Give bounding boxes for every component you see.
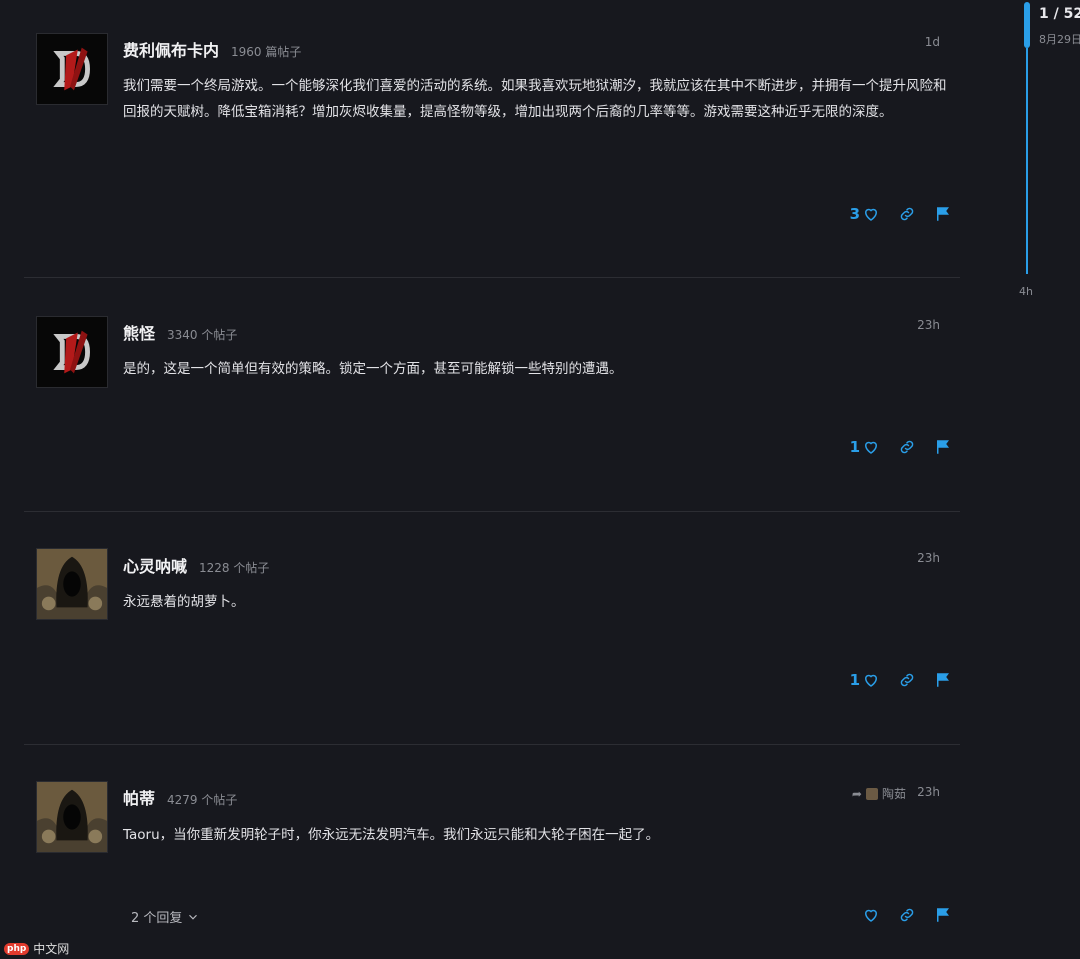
post-content: 永远悬着的胡萝卜。	[123, 594, 245, 610]
heart-icon	[864, 674, 878, 687]
username[interactable]: 帕蒂 4279 个帖子	[123, 785, 237, 809]
diablo-logo-icon	[37, 317, 107, 387]
heart-icon	[864, 441, 878, 454]
watermark-badge: php	[4, 942, 30, 955]
avatar[interactable]	[36, 781, 108, 853]
username-text[interactable]: 帕蒂	[123, 789, 155, 808]
post-time[interactable]: 23h	[917, 551, 940, 565]
like-count: 3	[849, 205, 860, 223]
reply-arrow-icon: ➦	[851, 786, 862, 801]
replies-label: 2 个回复	[131, 911, 183, 926]
like-button[interactable]	[860, 906, 880, 924]
like-count: 1	[849, 438, 860, 456]
post-count: 4279 个帖子	[167, 793, 238, 807]
flag-button[interactable]	[934, 671, 952, 689]
timeline-end-label[interactable]: 4h	[1019, 285, 1033, 298]
post-content: 我们需要一个终局游戏。一个能够深化我们喜爱的活动的系统。如果我喜欢玩地狱潮汐，我…	[123, 78, 947, 120]
timeline-track[interactable]	[1026, 48, 1028, 274]
chevron-down-icon	[189, 914, 198, 920]
watermark-text: 中文网	[33, 942, 70, 956]
flag-icon	[937, 673, 949, 687]
share-link-button[interactable]	[898, 205, 916, 223]
post-actions: 1	[850, 438, 952, 456]
heart-icon	[864, 208, 878, 221]
link-icon	[900, 440, 914, 454]
heart-icon	[864, 909, 878, 922]
post: 熊怪 3340 个帖子 23h 是的，这是一个简单但有效的策略。锁定一个方面，甚至…	[0, 278, 960, 511]
post: 费利佩布卡内 1960 篇帖子 1d 我们需要一个终局游戏。一个能够深化我们喜爱的…	[0, 0, 960, 278]
post-time[interactable]: 1d	[925, 35, 940, 49]
flag-button[interactable]	[934, 906, 952, 924]
hooded-figure-icon	[37, 782, 107, 852]
post-content: Taoru，当你重新发明轮子时，你永远无法发明汽车。我们永远只能和大轮子困在一起…	[123, 827, 660, 843]
like-button[interactable]: 1	[850, 671, 880, 689]
reply-to-avatar	[865, 787, 878, 800]
username[interactable]: 熊怪 3340 个帖子	[123, 320, 237, 344]
diablo-logo-icon	[37, 34, 107, 104]
link-icon	[900, 207, 914, 221]
avatar[interactable]	[36, 316, 108, 388]
reply-to-username: 陶茹	[881, 787, 906, 801]
flag-button[interactable]	[934, 205, 952, 223]
username[interactable]: 费利佩布卡内 1960 篇帖子	[123, 37, 301, 61]
post-time[interactable]: 23h	[917, 785, 940, 799]
post-count: 1228 个帖子	[199, 561, 270, 575]
username[interactable]: 心灵呐喊 1228 个帖子	[123, 553, 269, 577]
share-link-button[interactable]	[898, 438, 916, 456]
username-text[interactable]: 心灵呐喊	[123, 557, 187, 576]
watermark: php 中文网	[4, 940, 69, 957]
post-actions: 1	[850, 671, 952, 689]
post: 帕蒂 4279 个帖子 ➦ 陶茹 23h Taoru，当你重新发明轮子时，你永远无…	[0, 744, 960, 959]
link-icon	[900, 908, 914, 922]
avatar[interactable]	[36, 548, 108, 620]
post: 心灵呐喊 1228 个帖子 23h 永远悬着的胡萝卜。 1	[0, 511, 960, 744]
post-content: 是的，这是一个简单但有效的策略。锁定一个方面，甚至可能解锁一些特别的遭遇。	[123, 361, 623, 377]
timeline-position: 1 / 52	[1039, 6, 1080, 22]
hooded-figure-icon	[37, 549, 107, 619]
flag-icon	[937, 440, 949, 454]
post-time[interactable]: 23h	[917, 318, 940, 332]
timeline-handle[interactable]	[1024, 2, 1030, 48]
post-actions: 3	[850, 205, 952, 223]
flag-icon	[937, 908, 949, 922]
post-count: 3340 个帖子	[167, 328, 238, 342]
username-text[interactable]: 费利佩布卡内	[123, 41, 219, 60]
post-count: 1960 篇帖子	[231, 45, 302, 59]
post-actions	[860, 906, 952, 924]
like-count: 1	[849, 671, 860, 689]
flag-button[interactable]	[934, 438, 952, 456]
share-link-button[interactable]	[898, 671, 916, 689]
like-button[interactable]: 1	[850, 438, 880, 456]
reply-to-indicator[interactable]: ➦ 陶茹	[852, 785, 906, 802]
avatar[interactable]	[36, 33, 108, 105]
like-button[interactable]: 3	[850, 205, 880, 223]
username-text[interactable]: 熊怪	[123, 324, 155, 343]
show-replies-button[interactable]: 2 个回复	[131, 907, 200, 926]
share-link-button[interactable]	[898, 906, 916, 924]
link-icon	[900, 673, 914, 687]
flag-icon	[937, 207, 949, 221]
timeline-date[interactable]: 8月29日	[1039, 31, 1080, 47]
